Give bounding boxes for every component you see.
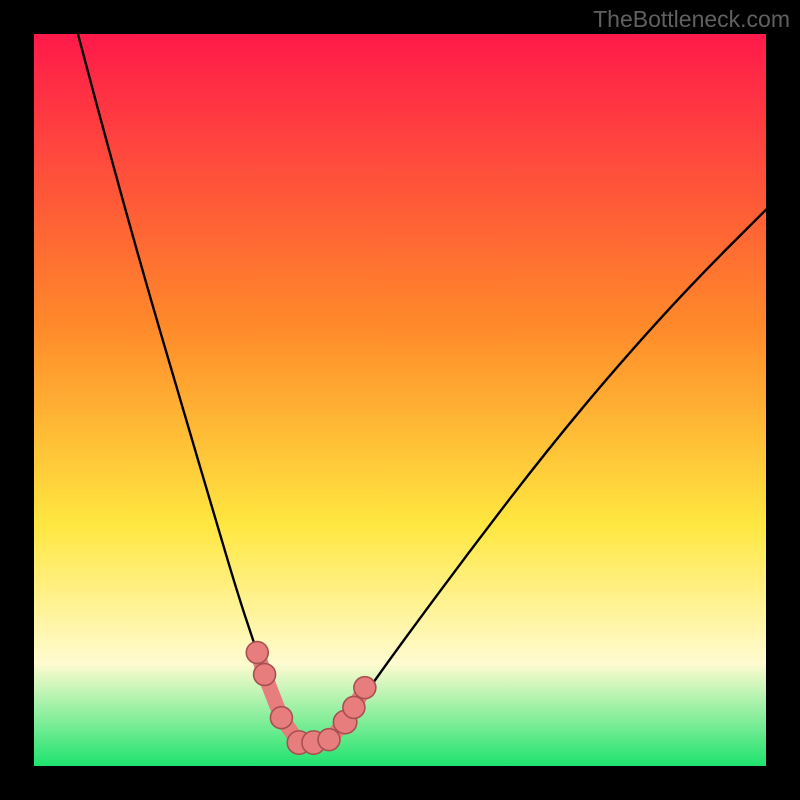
data-marker xyxy=(246,642,268,664)
data-marker xyxy=(354,677,376,699)
gradient-background xyxy=(34,34,766,766)
data-marker xyxy=(343,696,365,718)
plot-area xyxy=(34,34,766,766)
chart-svg xyxy=(34,34,766,766)
data-marker xyxy=(254,664,276,686)
data-marker xyxy=(318,729,340,751)
data-marker xyxy=(270,707,292,729)
chart-frame: TheBottleneck.com xyxy=(0,0,800,800)
watermark-text: TheBottleneck.com xyxy=(593,6,790,33)
